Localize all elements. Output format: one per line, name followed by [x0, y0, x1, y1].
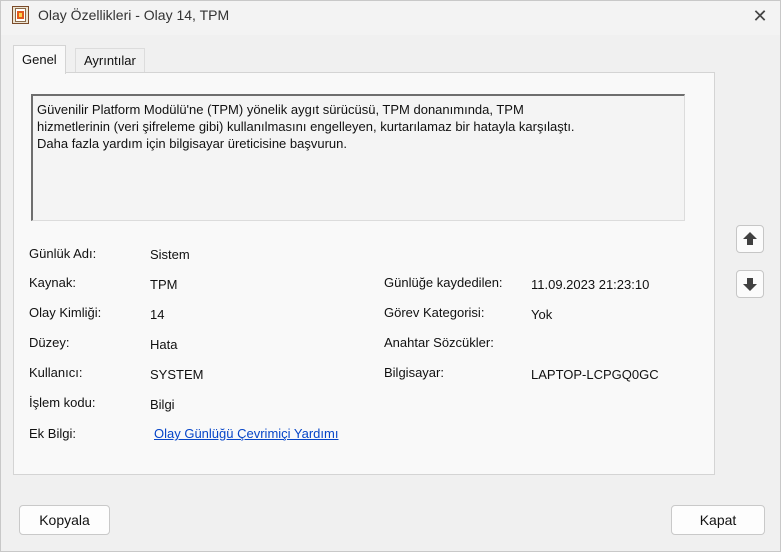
- opcode-value[interactable]: Bilgi: [150, 397, 175, 412]
- event-id-label: Olay Kimliği:: [29, 305, 102, 320]
- user-label: Kullanıcı:: [29, 365, 83, 380]
- online-help-link[interactable]: Olay Günlüğü Çevrimiçi Yardımı: [154, 426, 338, 441]
- source-value[interactable]: TPM: [150, 277, 177, 292]
- general-tab-panel: Güvenilir Platform Modülü'ne (TPM) yönel…: [13, 72, 715, 475]
- event-id-value[interactable]: 14: [150, 307, 164, 322]
- close-icon: ✕: [752, 5, 768, 26]
- task-category-label: Görev Kategorisi:: [384, 305, 485, 320]
- next-event-button[interactable]: [736, 270, 764, 298]
- user-value[interactable]: SYSTEM: [150, 367, 203, 382]
- computer-label: Bilgisayar:: [384, 365, 444, 380]
- level-value[interactable]: Hata: [150, 337, 177, 352]
- copy-button[interactable]: Kopyala: [19, 505, 110, 535]
- close-window-button[interactable]: ✕: [741, 1, 779, 31]
- arrow-down-icon: [743, 278, 757, 291]
- log-name-value[interactable]: Sistem: [150, 247, 190, 262]
- opcode-label: İşlem kodu:: [29, 395, 96, 410]
- event-properties-window: Olay Özellikleri - Olay 14, TPM ✕ Genel …: [0, 0, 781, 552]
- keywords-label: Anahtar Sözcükler:: [384, 335, 494, 350]
- event-description[interactable]: Güvenilir Platform Modülü'ne (TPM) yönel…: [31, 94, 685, 221]
- title-bar[interactable]: Olay Özellikleri - Olay 14, TPM ✕: [1, 1, 780, 35]
- more-info-label: Ek Bilgi:: [29, 426, 76, 441]
- computer-value[interactable]: LAPTOP-LCPGQ0GC: [531, 367, 659, 382]
- arrow-up-icon: [743, 232, 757, 245]
- close-button[interactable]: Kapat: [671, 505, 765, 535]
- source-label: Kaynak:: [29, 275, 76, 290]
- tab-details[interactable]: Ayrıntılar: [75, 48, 145, 73]
- level-label: Düzey:: [29, 335, 70, 350]
- logged-label: Günlüğe kaydedilen:: [384, 275, 503, 290]
- tab-general[interactable]: Genel: [13, 45, 66, 74]
- task-category-value[interactable]: Yok: [531, 307, 552, 322]
- logged-value[interactable]: 11.09.2023 21:23:10: [531, 277, 649, 292]
- log-name-label: Günlük Adı:: [29, 246, 97, 261]
- event-viewer-app-icon: [12, 6, 29, 24]
- previous-event-button[interactable]: [736, 225, 764, 253]
- window-title: Olay Özellikleri - Olay 14, TPM: [38, 7, 230, 23]
